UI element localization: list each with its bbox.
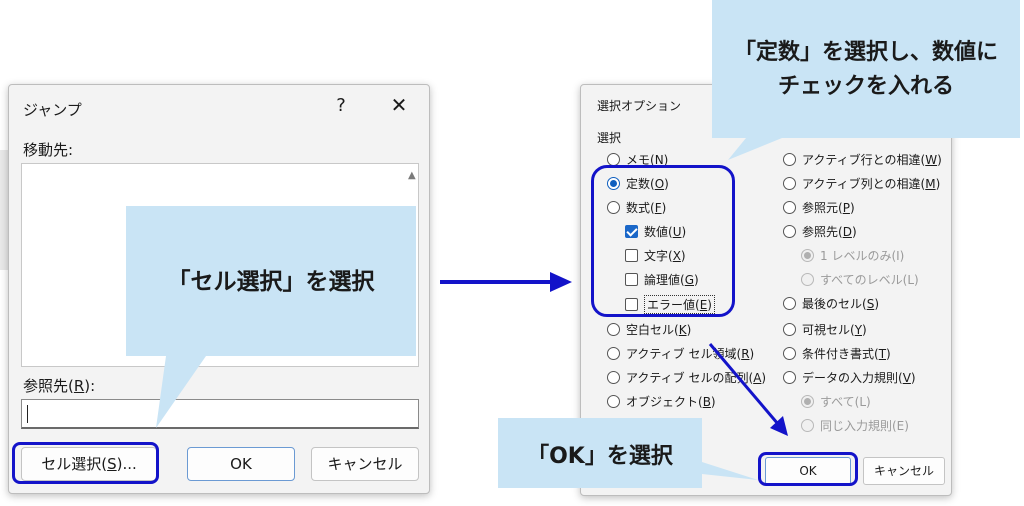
sheet-edge xyxy=(0,150,8,270)
option-validation-all[interactable]: すべて(L) xyxy=(801,393,871,410)
option-precedents[interactable]: 参照元(P) xyxy=(783,199,855,216)
callout-ok: 「OK」を選択 xyxy=(527,444,673,469)
callout-constants-line1: 「定数」を選択し、数値に xyxy=(733,40,998,65)
callout-constants-line2: チェックを入れる xyxy=(777,74,954,99)
cancel-button[interactable]: キャンセル xyxy=(863,457,945,485)
option-all-levels[interactable]: すべてのレベル(L) xyxy=(801,271,919,288)
callout-cell-select-shape xyxy=(126,206,416,428)
group-label: 選択 xyxy=(597,131,622,145)
highlight-ok-button xyxy=(758,452,858,486)
callout-constants: 「定数」を選択し、数値に チェックを入れる xyxy=(712,36,1020,104)
close-icon[interactable]: ✕ xyxy=(387,93,411,117)
option-direct-only[interactable]: 1 レベルのみ(I) xyxy=(801,247,904,264)
right-arrow-icon xyxy=(440,272,572,292)
cancel-button[interactable]: キャンセル xyxy=(311,447,419,481)
ok-button[interactable]: OK xyxy=(187,447,295,481)
option-last-cell[interactable]: 最後のセル(S) xyxy=(783,295,879,312)
destination-label: 移動先: xyxy=(23,141,74,159)
dialog-title: ジャンプ xyxy=(23,101,82,119)
option-blanks[interactable]: 空白セル(K) xyxy=(607,321,691,338)
scroll-up-icon[interactable]: ▲ xyxy=(408,170,416,181)
highlight-special-button xyxy=(12,442,159,484)
callout-cell-select: 「セル選択」を選択 xyxy=(167,269,375,295)
text-caret xyxy=(27,405,28,423)
option-dependents[interactable]: 参照先(D) xyxy=(783,223,857,240)
reference-label: 参照先(R): xyxy=(23,377,96,395)
help-icon[interactable]: ? xyxy=(331,95,351,116)
dialog-title: 選択オプション xyxy=(597,99,682,113)
option-visible-cells[interactable]: 可視セル(Y) xyxy=(783,321,867,338)
option-data-validation[interactable]: データの入力規則(V) xyxy=(783,369,916,386)
highlight-constants-group xyxy=(591,165,735,317)
option-column-differences[interactable]: アクティブ列との相違(M) xyxy=(783,175,940,192)
option-validation-same[interactable]: 同じ入力規則(E) xyxy=(801,417,909,434)
